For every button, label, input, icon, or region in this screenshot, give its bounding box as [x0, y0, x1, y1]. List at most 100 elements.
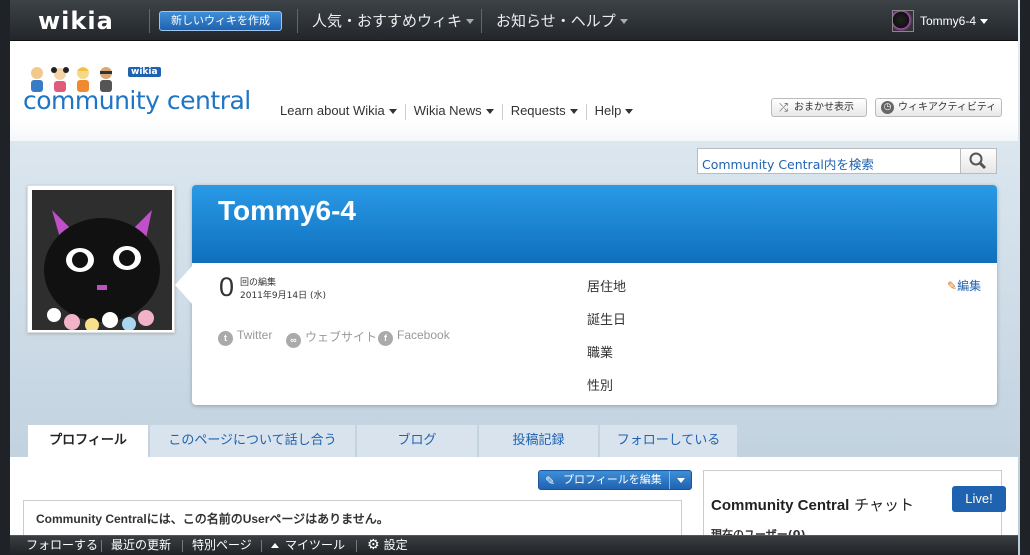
facebook-link[interactable]: f Facebook — [378, 328, 450, 346]
nav-divider — [585, 103, 587, 120]
tab-blog[interactable]: ブログ — [357, 425, 477, 457]
local-nav-label: Help — [594, 103, 622, 118]
tab-profile[interactable]: プロフィール — [28, 425, 148, 457]
chat-title: Community Central チャット — [711, 494, 914, 515]
wiki-activity-label: ウィキアクティビティ — [898, 102, 997, 113]
local-nav-learn-about-wikia[interactable]: Learn about Wikia — [280, 103, 397, 118]
gear-icon: ⚙ — [367, 537, 380, 553]
pencil-icon: ✎ — [545, 474, 556, 488]
settings-label: 設定 — [383, 538, 408, 552]
tab-following[interactable]: フォローしている — [600, 425, 737, 457]
local-nav-wikia-news[interactable]: Wikia News — [414, 103, 494, 118]
local-nav-label: Requests — [510, 103, 566, 118]
search-icon — [969, 152, 987, 170]
avatar-cat-plush-image — [32, 190, 172, 330]
facebook-label: Facebook — [397, 328, 450, 342]
nav-divider — [404, 103, 406, 120]
website-label: ウェブサイト — [305, 330, 378, 344]
toolbar-divider — [182, 540, 183, 552]
popular-wikis-menu[interactable]: 人気・おすすめウィキ — [312, 10, 475, 31]
toolbar-special-pages[interactable]: 特別ページ — [192, 536, 252, 555]
local-nav-label: Learn about Wikia — [280, 103, 385, 118]
notice-wiki-name: Community Central — [36, 512, 147, 526]
chevron-down-icon — [619, 19, 628, 24]
local-nav: Learn about Wikia Wikia News Requests Help — [280, 103, 641, 120]
news-help-label: お知らせ・ヘルプ — [496, 12, 616, 30]
search-button[interactable] — [960, 148, 997, 174]
live-chat-badge[interactable]: Live! — [952, 486, 1006, 512]
chevron-up-icon — [271, 543, 279, 548]
toolbar-settings[interactable]: ⚙ 設定 — [367, 536, 408, 555]
chevron-down-icon — [980, 19, 989, 25]
local-nav-help[interactable]: Help — [595, 103, 634, 118]
create-wiki-button[interactable]: 新しいウィキを作成 — [159, 11, 282, 31]
link-icon: ∞ — [286, 333, 301, 348]
wikia-logo[interactable]: wikia — [38, 7, 114, 35]
tab-contributions[interactable]: 投稿記録 — [479, 425, 598, 457]
twitter-label: Twitter — [237, 328, 273, 342]
twitter-icon: t — [218, 331, 233, 346]
toolbar-follow[interactable]: フォローする — [26, 536, 98, 555]
website-link[interactable]: ∞ ウェブサイト — [286, 328, 377, 348]
info-occupation: 職業 — [587, 346, 614, 361]
toolbar-my-tools[interactable]: マイツール — [271, 536, 345, 555]
toolbar-divider — [101, 540, 102, 552]
toolbar-divider — [261, 540, 262, 552]
wikia-badge: wikia — [128, 67, 161, 77]
tab-talk[interactable]: このページについて話し合う — [150, 425, 355, 457]
wiki-activity-button[interactable]: ◷ ウィキアクティビティ — [875, 98, 1002, 117]
nav-divider — [501, 103, 503, 120]
chevron-down-icon — [466, 19, 475, 24]
twitter-link[interactable]: t Twitter — [218, 328, 272, 346]
my-tools-label: マイツール — [285, 538, 346, 552]
avatar-image — [32, 190, 172, 330]
user-avatar-small[interactable] — [892, 10, 914, 32]
notice-message: には、この名前のUserページはありません。 — [146, 512, 389, 526]
button-divider — [669, 471, 670, 489]
local-nav-requests[interactable]: Requests — [511, 103, 578, 118]
chevron-down-icon — [625, 109, 634, 115]
wikia-toolbar: フォローする 最近の更新 特別ページ マイツール ⚙ 設定 — [10, 535, 1018, 555]
popular-wikis-label: 人気・おすすめウィキ — [312, 12, 463, 30]
window-frame-left — [0, 0, 10, 555]
news-help-menu[interactable]: お知らせ・ヘルプ — [496, 10, 628, 31]
nav-divider — [297, 9, 298, 33]
edit-profile-link[interactable]: ✎編集 — [947, 277, 981, 294]
card-pointer — [175, 265, 193, 305]
random-page-label: おまかせ表示 — [794, 102, 854, 113]
nav-divider — [481, 9, 482, 33]
chat-title-label: チャット — [849, 496, 914, 514]
join-date: 2011年9月14日 (水) — [240, 291, 326, 301]
pencil-icon: ✎ — [947, 279, 958, 293]
edit-count[interactable]: 0 — [219, 272, 234, 303]
chat-title-wiki: Community Central — [711, 497, 850, 514]
chevron-down-icon[interactable] — [677, 478, 685, 483]
facebook-icon: f — [378, 331, 393, 346]
edit-profile-label: プロフィールを編集 — [563, 473, 662, 486]
info-gender: 性別 — [587, 379, 614, 394]
no-user-page-notice: Community Centralには、この名前のUserページはありません。 — [36, 510, 389, 527]
chevron-down-icon — [485, 109, 494, 115]
random-page-button[interactable]: ⤮ おまかせ表示 — [771, 98, 867, 117]
chevron-down-icon — [388, 109, 397, 115]
profile-avatar[interactable] — [27, 185, 175, 333]
global-nav: wikia 新しいウィキを作成 人気・おすすめウィキ お知らせ・ヘルプ Tomm… — [10, 0, 1018, 41]
community-central-logo[interactable]: community central — [23, 86, 251, 115]
user-name: Tommy6-4 — [920, 14, 977, 28]
user-menu[interactable]: Tommy6-4 — [920, 14, 989, 28]
info-birthday: 誕生日 — [587, 313, 627, 328]
window-frame-right — [1020, 0, 1030, 555]
toolbar-recent-changes[interactable]: 最近の更新 — [111, 536, 171, 555]
shuffle-icon: ⤮ — [779, 101, 788, 114]
search-input[interactable]: Community Central内を検索 — [697, 148, 961, 174]
edit-profile-button[interactable]: ✎ プロフィールを編集 — [538, 470, 692, 490]
chevron-down-icon — [569, 109, 578, 115]
local-nav-label: Wikia News — [413, 103, 482, 118]
info-location: 居住地 — [587, 280, 627, 295]
wiki-header: wikia community central Learn about Wiki… — [10, 41, 1018, 141]
edit-count-label: 回の編集 — [240, 278, 277, 288]
clock-icon: ◷ — [881, 101, 894, 114]
toolbar-divider — [356, 540, 357, 552]
profile-user-name: Tommy6-4 — [218, 195, 356, 226]
edit-link-label: 編集 — [957, 279, 982, 293]
